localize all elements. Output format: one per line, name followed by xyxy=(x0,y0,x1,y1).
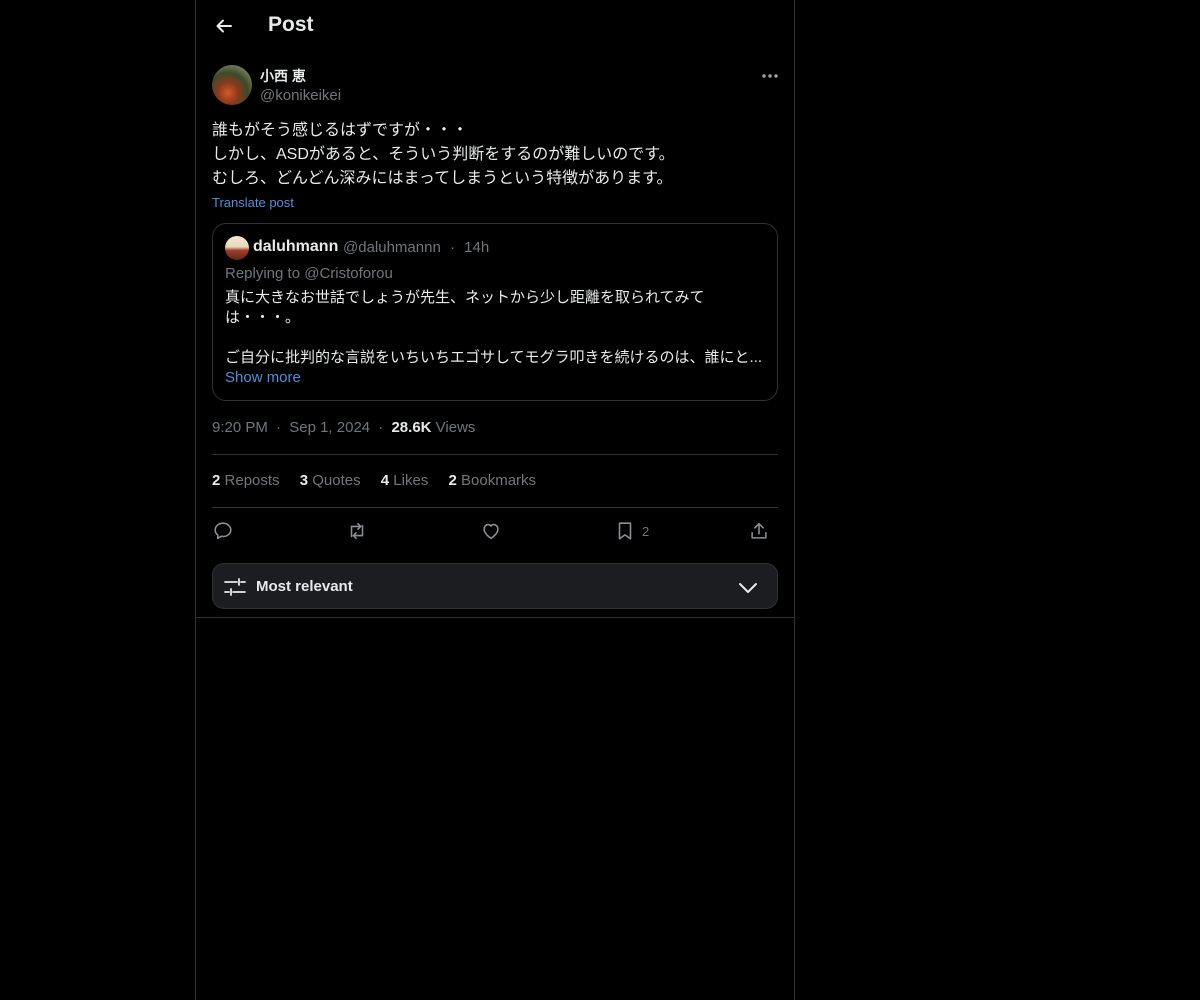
likes-label: Likes xyxy=(393,472,429,489)
quoted-avatar xyxy=(225,236,249,260)
post-time[interactable]: 9:20 PM xyxy=(212,419,268,436)
divider xyxy=(212,454,778,455)
heart-icon xyxy=(483,523,499,540)
post-text: 誰もがそう感じるはずですが・・・ しかし、ASDがあると、そういう判断をするのが… xyxy=(212,119,772,191)
post-date[interactable]: Sep 1, 2024 xyxy=(289,419,370,436)
bookmark-icon xyxy=(618,522,632,540)
more-options-button[interactable] xyxy=(760,66,780,86)
quoted-author-name: daluhmann xyxy=(253,238,339,255)
separator: · xyxy=(378,419,384,436)
chevron-down-icon xyxy=(739,583,757,593)
filter-sliders-icon xyxy=(224,578,246,596)
quoted-text-line: は・・・。 xyxy=(225,309,301,326)
author-handle[interactable]: @konikeikei xyxy=(260,87,341,104)
bookmarks-label: Bookmarks xyxy=(461,472,537,489)
header: Post xyxy=(196,0,794,54)
engagement-stats: 2 Reposts 3 Quotes 4 Likes 2 Bookmarks xyxy=(212,472,552,489)
quoted-author-meta: @daluhmannn · 14h xyxy=(343,239,489,256)
reposts-label: Reposts xyxy=(224,472,280,489)
repost-icon xyxy=(350,522,364,540)
author-name[interactable]: 小西 恵 xyxy=(260,66,306,86)
reply-icon xyxy=(214,522,232,540)
bookmarks-count: 2 xyxy=(448,472,457,489)
action-bar: 2 xyxy=(212,517,778,547)
quoted-text-spacer xyxy=(225,328,765,348)
quoted-post-age: 14h xyxy=(464,239,490,256)
back-arrow-icon xyxy=(216,19,232,33)
bookmark-button[interactable]: 2 xyxy=(614,519,649,543)
share-button[interactable] xyxy=(748,519,770,543)
main-column: Post 小西 恵 @konikeikei 誰もがそう感じるはずですが・・・ し… xyxy=(195,0,795,1000)
post-text-line: 誰もがそう感じるはずですが・・・ xyxy=(212,122,469,139)
quoted-text-line: 真に大きなお世話でしょうが先生、ネットから少し距離を取られてみて xyxy=(225,289,705,306)
quotes-stat[interactable]: 3 Quotes xyxy=(300,472,361,489)
share-icon xyxy=(751,522,767,539)
replying-to: Replying to @Cristoforou xyxy=(225,265,393,282)
post-text-line: むしろ、どんどん深みにはまってしまうという特徴があります。 xyxy=(212,170,673,187)
divider xyxy=(212,507,778,508)
post-text-line: しかし、ASDがあると、そういう判断をするのが難しいのです。 xyxy=(212,146,675,163)
views-count: 28.6K xyxy=(391,419,432,436)
separator: · xyxy=(449,239,455,256)
quotes-label: Quotes xyxy=(312,472,361,489)
views-label: Views xyxy=(435,419,476,436)
back-button[interactable] xyxy=(212,14,236,38)
reposts-stat[interactable]: 2 Reposts xyxy=(212,472,280,489)
show-more-link[interactable]: Show more xyxy=(225,369,301,386)
quotes-count: 3 xyxy=(299,472,309,489)
page-title: Post xyxy=(268,13,314,36)
quoted-text: 真に大きなお世話でしょうが先生、ネットから少し距離を取られてみて は・・・。 ご… xyxy=(225,288,765,368)
likes-count: 4 xyxy=(380,472,390,489)
reply-sort-dropdown[interactable]: Most relevant xyxy=(212,563,778,609)
divider xyxy=(196,617,794,618)
quoted-text-line: ご自分に批判的な言説をいちいちエゴサしてモグラ叩きを続けるのは、誰にと... xyxy=(225,349,763,366)
more-icon xyxy=(762,74,778,78)
quoted-author-handle: @daluhmannn xyxy=(343,239,441,256)
avatar[interactable] xyxy=(212,65,252,105)
likes-stat[interactable]: 4 Likes xyxy=(381,472,429,489)
quoted-post[interactable]: daluhmann @daluhmannn · 14h Replying to … xyxy=(212,223,778,401)
bookmark-count: 2 xyxy=(642,523,650,539)
bookmarks-stat[interactable]: 2 Bookmarks xyxy=(449,472,537,489)
post-meta: 9:20 PM · Sep 1, 2024 · 28.6K Views xyxy=(212,419,475,436)
reply-button[interactable] xyxy=(212,519,234,543)
sort-label: Most relevant xyxy=(256,578,353,595)
repost-button[interactable] xyxy=(346,519,368,543)
translate-post-link[interactable]: Translate post xyxy=(212,195,294,210)
post-author: 小西 恵 @konikeikei xyxy=(212,64,780,108)
like-button[interactable] xyxy=(480,519,502,543)
separator: · xyxy=(276,419,282,436)
reposts-count: 2 xyxy=(212,472,221,489)
